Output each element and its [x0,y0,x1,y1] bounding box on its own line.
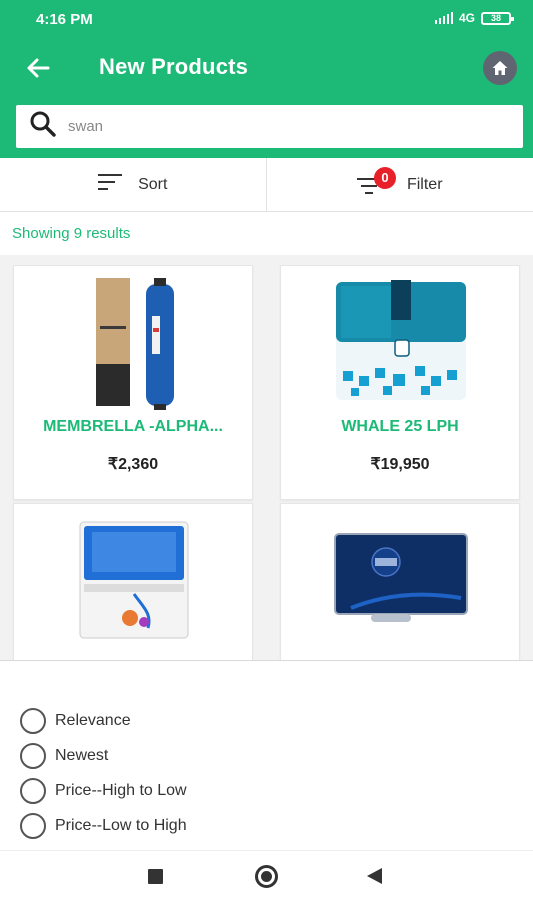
home-circle-icon[interactable] [255,865,278,888]
sort-option-label: Price--High to Low [55,782,187,799]
filter-button[interactable]: 0 Filter [267,158,533,211]
product-card[interactable] [280,503,520,660]
network-type: 4G [458,11,475,25]
sort-option-price-high-low[interactable]: Price--High to Low [20,778,187,804]
product-card[interactable]: MEMBRELLA -ALPHA... ₹2,360 [13,265,253,500]
sort-option-label: Price--Low to High [55,817,187,834]
search-box[interactable] [16,105,523,148]
sort-option-relevance[interactable]: Relevance [20,708,131,734]
signal-icon [434,12,453,24]
product-grid: MEMBRELLA -ALPHA... ₹2,360 WHALE 25 LPH … [0,255,533,660]
arrow-left-icon[interactable] [22,52,54,84]
sort-label: Sort [138,175,168,193]
product-card[interactable]: WHALE 25 LPH ₹19,950 [280,265,520,500]
filter-label: Filter [406,175,443,193]
product-image-purifier [79,521,189,639]
product-price: ₹2,360 [107,456,159,473]
battery-icon: 38 [481,11,514,25]
filter-icon: 0 [356,166,396,195]
back-triangle-icon[interactable] [367,868,382,884]
search-bar [0,96,533,158]
product-card[interactable] [13,503,253,660]
search-input[interactable] [68,118,488,135]
radio-button[interactable] [20,743,46,769]
radio-button[interactable] [20,708,46,734]
status-time: 4:16 PM [36,11,93,28]
product-image-purifier [336,280,466,400]
product-image-membrane [96,278,174,410]
product-price: ₹19,950 [370,456,430,473]
page-title: New Products [99,54,249,79]
sort-option-label: Relevance [55,712,131,729]
sort-options-sheet: Relevance Newest Price--High to Low Pric… [0,660,533,850]
radio-button[interactable] [20,813,46,839]
search-icon [16,109,58,144]
product-image-purifier [334,533,468,622]
filter-count-badge: 0 [373,166,396,189]
system-nav-bar [0,850,533,900]
product-name: MEMBRELLA -ALPHA... [43,418,223,435]
status-indicators: 4G 38 [434,11,514,25]
radio-button[interactable] [20,778,46,804]
home-icon[interactable] [483,51,517,85]
sort-icon [98,173,124,196]
sort-option-label: Newest [55,747,109,764]
recent-apps-icon[interactable] [148,869,163,884]
results-count: Showing 9 results [12,225,131,242]
product-name: WHALE 25 LPH [341,418,459,435]
status-bar: 4:16 PM 4G 38 [0,0,533,40]
sort-button[interactable]: Sort [0,158,267,211]
sort-filter-bar: Sort 0 Filter [0,158,533,212]
battery-level: 38 [490,13,501,23]
app-bar: New Products [0,40,533,96]
sort-option-price-low-high[interactable]: Price--Low to High [20,813,187,839]
sort-option-newest[interactable]: Newest [20,743,108,769]
